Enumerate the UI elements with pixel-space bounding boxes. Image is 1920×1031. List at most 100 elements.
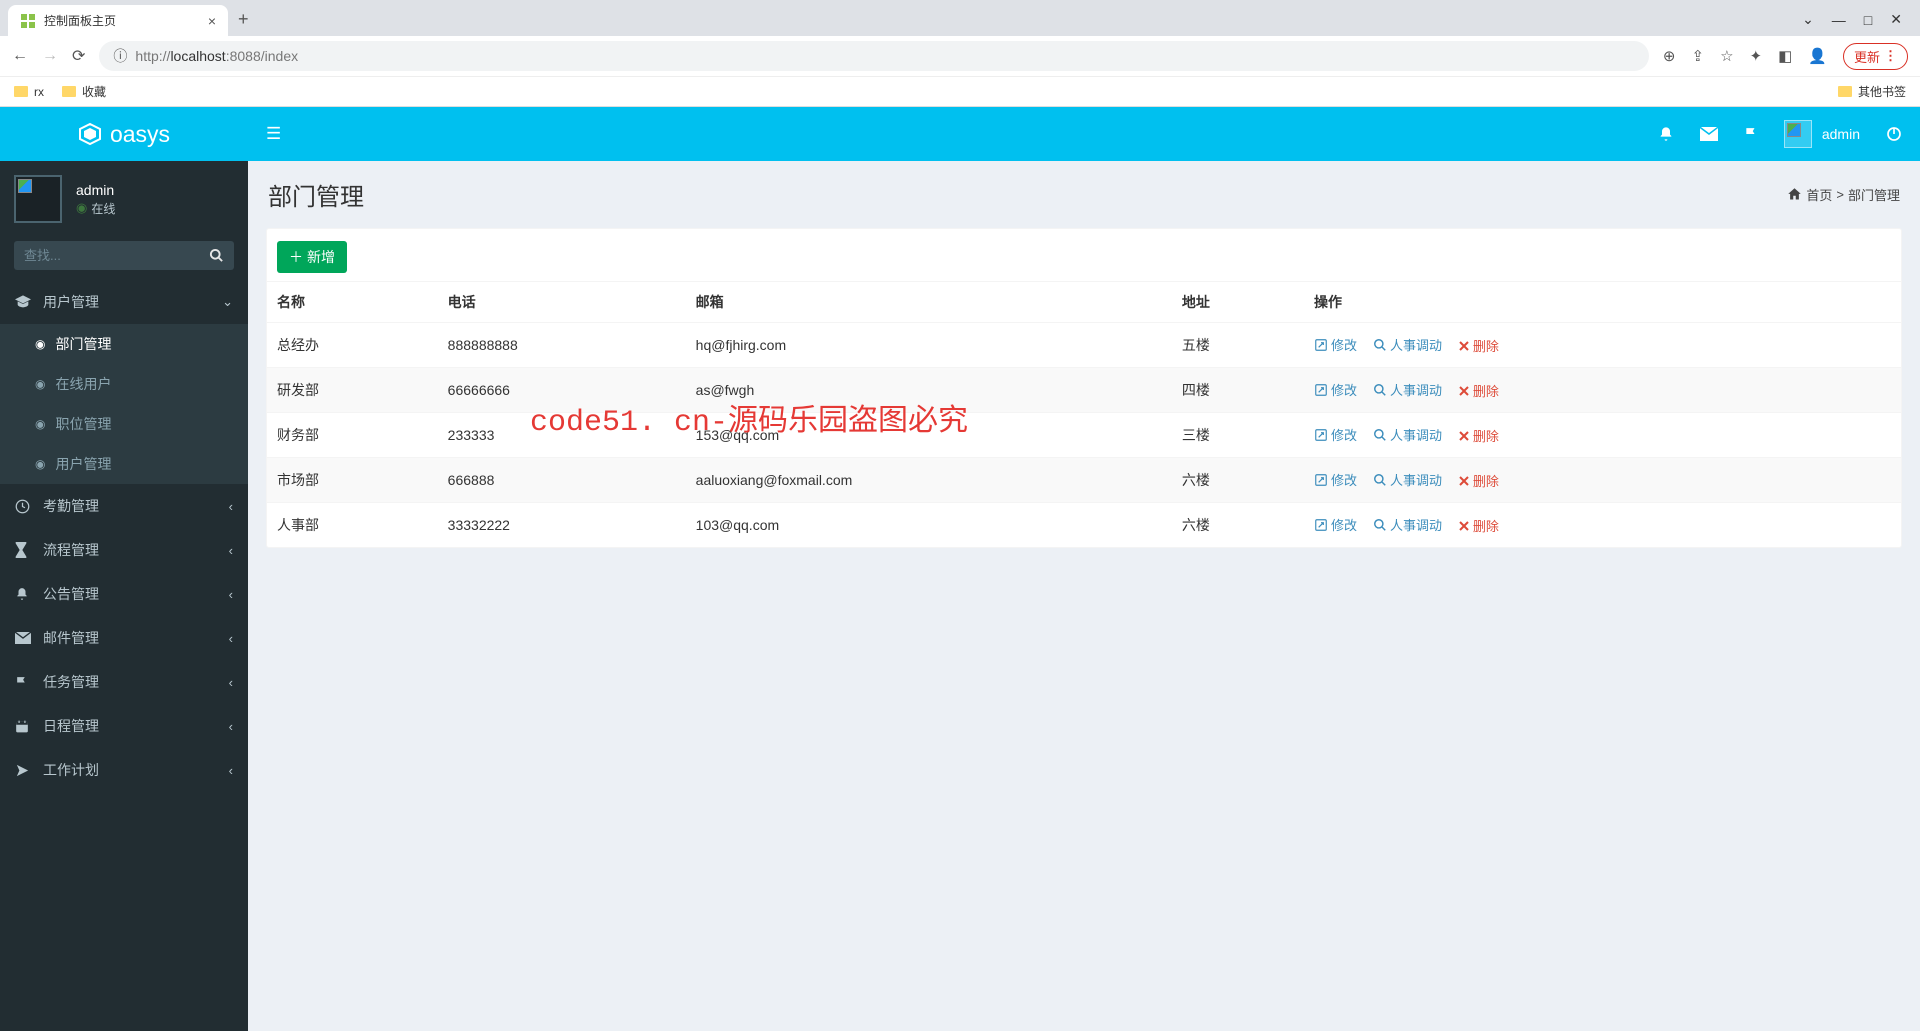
edit-icon xyxy=(1314,383,1328,397)
cell-name: 市场部 xyxy=(267,458,438,503)
edit-link[interactable]: 修改 xyxy=(1314,515,1357,534)
search-icon xyxy=(1373,338,1387,352)
breadcrumb: 首页 > 部门管理 xyxy=(1787,185,1900,204)
flag-icon xyxy=(15,675,33,690)
cell-email: hq@fjhirg.com xyxy=(686,323,1172,368)
profile-icon[interactable]: 👤 xyxy=(1808,47,1827,65)
table-header: 名称 xyxy=(267,282,438,323)
sidebar-item-考勤管理[interactable]: 考勤管理‹ xyxy=(0,484,248,528)
transfer-link[interactable]: 人事调动 xyxy=(1373,515,1442,534)
avatar[interactable] xyxy=(14,175,62,223)
edit-link[interactable]: 修改 xyxy=(1314,335,1357,354)
sidebar-item-用户管理[interactable]: 用户管理⌄ xyxy=(0,280,248,324)
bookmark-star-icon[interactable]: ☆ xyxy=(1720,47,1733,65)
sidebar-subitem-部门管理[interactable]: ◉部门管理 xyxy=(0,324,248,364)
sidebar: oasys admin ◉在线 用户管理⌄◉部门管理◉在线用户◉职位管理◉用户管… xyxy=(0,107,248,1031)
hamburger-icon[interactable]: ☰ xyxy=(266,124,281,144)
zoom-icon[interactable]: ⊕ xyxy=(1663,47,1676,65)
delete-link[interactable]: 删除 xyxy=(1458,381,1499,400)
power-icon[interactable] xyxy=(1886,126,1902,142)
chevron-left-icon: ‹ xyxy=(229,499,233,514)
transfer-link[interactable]: 人事调动 xyxy=(1373,380,1442,399)
bookmark-item[interactable]: 收藏 xyxy=(62,83,106,100)
browser-tab[interactable]: 控制面板主页 × xyxy=(8,5,228,36)
bell-icon xyxy=(15,586,33,602)
content-header: 部门管理 首页 > 部门管理 xyxy=(248,161,1920,222)
add-button[interactable]: ＋新增 xyxy=(277,241,347,273)
delete-link[interactable]: 删除 xyxy=(1458,471,1499,490)
sidebar-item-工作计划[interactable]: 工作计划‹ xyxy=(0,748,248,792)
maximize-icon[interactable]: □ xyxy=(1864,12,1872,28)
toolbar-right: ⊕ ⇪ ☆ ✦ ◧ 👤 更新⋮ xyxy=(1663,43,1908,70)
envelope-icon[interactable] xyxy=(1700,127,1718,141)
close-icon xyxy=(1458,475,1470,487)
reload-button[interactable]: ⟳ xyxy=(72,46,85,66)
home-icon[interactable] xyxy=(1787,187,1802,202)
sidebar-item-label: 流程管理 xyxy=(43,540,99,560)
chevron-down-icon[interactable]: ⌄ xyxy=(1802,11,1814,28)
table-header: 地址 xyxy=(1172,282,1304,323)
sidepanel-icon[interactable]: ◧ xyxy=(1778,47,1792,65)
breadcrumb-home[interactable]: 首页 xyxy=(1806,185,1832,204)
sidebar-subitem-职位管理[interactable]: ◉职位管理 xyxy=(0,404,248,444)
sidebar-item-公告管理[interactable]: 公告管理‹ xyxy=(0,572,248,616)
search-icon xyxy=(1373,383,1387,397)
back-button[interactable]: ← xyxy=(12,47,28,65)
bell-icon[interactable] xyxy=(1658,126,1674,142)
cell-addr: 五楼 xyxy=(1172,323,1304,368)
transfer-link[interactable]: 人事调动 xyxy=(1373,335,1442,354)
sidebar-item-label: 公告管理 xyxy=(43,584,99,604)
edit-link[interactable]: 修改 xyxy=(1314,380,1357,399)
sidebar-search[interactable] xyxy=(14,241,234,270)
cell-actions: 修改 人事调动 删除 xyxy=(1304,503,1901,548)
close-icon xyxy=(1458,385,1470,397)
url-input[interactable]: ⓘ http://localhost:8088/index xyxy=(99,41,1649,71)
cell-actions: 修改 人事调动 删除 xyxy=(1304,458,1901,503)
delete-link[interactable]: 删除 xyxy=(1458,426,1499,445)
update-button[interactable]: 更新⋮ xyxy=(1843,43,1908,70)
edit-link[interactable]: 修改 xyxy=(1314,425,1357,444)
sidebar-subitem-label: 职位管理 xyxy=(55,414,111,434)
sidebar-item-邮件管理[interactable]: 邮件管理‹ xyxy=(0,616,248,660)
delete-link[interactable]: 删除 xyxy=(1458,336,1499,355)
app-root: oasys admin ◉在线 用户管理⌄◉部门管理◉在线用户◉职位管理◉用户管… xyxy=(0,107,1920,1031)
search-input[interactable] xyxy=(24,248,209,263)
sidebar-subitem-在线用户[interactable]: ◉在线用户 xyxy=(0,364,248,404)
new-tab-button[interactable]: + xyxy=(228,3,259,36)
bookmarks-bar: rx 收藏 其他书签 xyxy=(0,76,1920,106)
cell-name: 总经办 xyxy=(267,323,438,368)
flag-icon[interactable] xyxy=(1744,126,1758,142)
edit-link[interactable]: 修改 xyxy=(1314,470,1357,489)
search-icon[interactable] xyxy=(209,248,224,263)
sidebar-item-任务管理[interactable]: 任务管理‹ xyxy=(0,660,248,704)
sidebar-subitem-label: 在线用户 xyxy=(55,374,111,394)
brand-logo[interactable]: oasys xyxy=(0,107,248,161)
delete-link[interactable]: 删除 xyxy=(1458,516,1499,535)
other-bookmarks[interactable]: 其他书签 xyxy=(1838,83,1906,100)
minimize-icon[interactable]: ― xyxy=(1832,12,1846,28)
transfer-link[interactable]: 人事调动 xyxy=(1373,425,1442,444)
forward-button[interactable]: → xyxy=(42,47,58,65)
close-window-icon[interactable]: ✕ xyxy=(1890,11,1902,28)
extensions-icon[interactable]: ✦ xyxy=(1750,47,1763,65)
status-dot-icon: ◉ xyxy=(76,200,87,216)
sidebar-item-流程管理[interactable]: 流程管理 ‹ xyxy=(0,528,248,572)
transfer-link[interactable]: 人事调动 xyxy=(1373,470,1442,489)
cell-tel: 66666666 xyxy=(438,368,686,413)
cell-tel: 888888888 xyxy=(438,323,686,368)
bookmark-item[interactable]: rx xyxy=(14,85,44,99)
data-panel: ＋新增 名称电话邮箱地址操作 总经办 888888888 hq@fjhirg.c… xyxy=(266,228,1902,548)
sidebar-subitem-用户管理[interactable]: ◉用户管理 xyxy=(0,444,248,484)
chevron-left-icon: ‹ xyxy=(229,719,233,734)
browser-chrome: 控制面板主页 × + ⌄ ― □ ✕ ← → ⟳ ⓘ http://localh… xyxy=(0,0,1920,107)
circle-dot-icon: ◉ xyxy=(35,337,45,351)
share-icon[interactable]: ⇪ xyxy=(1692,47,1705,65)
table-header: 邮箱 xyxy=(686,282,1172,323)
broken-image-icon xyxy=(18,179,32,193)
breadcrumb-current: 部门管理 xyxy=(1848,185,1900,204)
chevron-left-icon: ‹ xyxy=(229,543,233,558)
sidebar-item-日程管理[interactable]: 日程管理‹ xyxy=(0,704,248,748)
topbar-user[interactable]: admin xyxy=(1784,120,1860,148)
address-bar: ← → ⟳ ⓘ http://localhost:8088/index ⊕ ⇪ … xyxy=(0,36,1920,76)
tab-close-icon[interactable]: × xyxy=(208,13,216,29)
